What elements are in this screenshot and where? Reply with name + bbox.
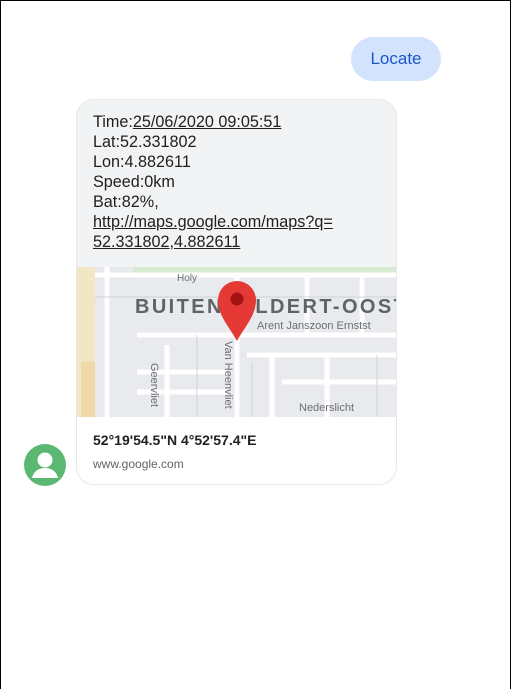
map-street-top: Holy [177, 273, 197, 284]
sent-message-text: Locate [370, 49, 422, 68]
map-thumbnail[interactable]: Holy BUITENVELDERT-OOST Arent Janszoon E… [77, 267, 397, 417]
map-street-right: Arent Janszoon Ernstst [257, 320, 371, 332]
map-graphic: Holy BUITENVELDERT-OOST Arent Janszoon E… [77, 267, 397, 417]
map-street-bottom: Nederslicht [299, 402, 354, 414]
received-message-bubble[interactable]: Time:25/06/2020 09:05:51 Lat:52.331802 L… [76, 99, 397, 485]
map-district-label: BUITENVELDERT-OOST [135, 296, 397, 318]
preview-domain: www.google.com [93, 457, 184, 471]
messages-screen: Locate Time:25/06/2020 09:05:51 Lat:52.3… [0, 0, 511, 689]
speed-text: Speed:0km [93, 173, 175, 191]
preview-title: 52°19'54.5"N 4°52'57.4"E [93, 432, 257, 448]
link-preview-card[interactable]: 52°19'54.5"N 4°52'57.4"E www.google.com [77, 417, 396, 484]
map-street-left: Geervliet [148, 363, 160, 407]
maps-link-line-1[interactable]: http://maps.google.com/maps?q= [93, 212, 388, 232]
longitude-text: Lon:4.882611 [93, 153, 191, 171]
battery-text: Bat:82%, [93, 193, 159, 211]
received-message-text: Time:25/06/2020 09:05:51 Lat:52.331802 L… [93, 112, 388, 252]
sent-message-bubble[interactable]: Locate [351, 37, 441, 81]
time-line: Time:25/06/2020 09:05:51 [93, 112, 388, 132]
maps-link-line-2[interactable]: 52.331802,4.882611 [93, 232, 388, 252]
contact-avatar[interactable] [24, 444, 66, 486]
latitude-text: Lat:52.331802 [93, 133, 197, 151]
map-street-vertical: Van Heenvliet [222, 341, 234, 409]
time-link[interactable]: 25/06/2020 09:05:51 [133, 113, 282, 131]
time-label: Time: [93, 113, 133, 131]
person-icon [32, 452, 58, 478]
